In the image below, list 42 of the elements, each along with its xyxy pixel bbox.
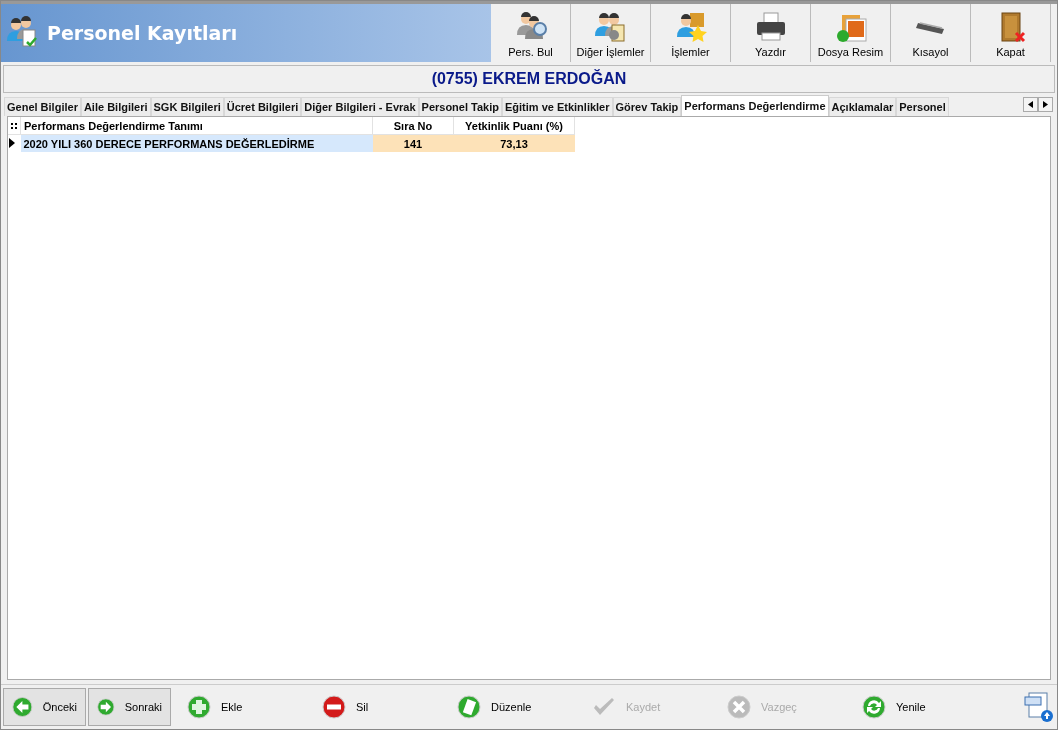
edit-icon xyxy=(457,695,481,719)
toolbar-button[interactable]: Kısayol xyxy=(891,4,971,62)
toolbar-button[interactable]: Dosya Resim xyxy=(811,4,891,62)
tab[interactable]: Eğitim ve Etkinlikler xyxy=(502,97,613,116)
employee-name: (0755) EKREM ERDOĞAN xyxy=(431,70,627,88)
toolbar-button[interactable]: Diğer İşlemler xyxy=(571,4,651,62)
window-title: Personel Kayıtları xyxy=(47,22,238,44)
column-header[interactable]: Performans Değerlendirme Tanımı xyxy=(20,117,373,135)
row-pointer-icon xyxy=(9,137,15,148)
toolbar-button[interactable]: Pers. Bul xyxy=(491,4,571,62)
toolbar-button[interactable]: Yazdır xyxy=(731,4,811,62)
action-button[interactable]: Sonraki xyxy=(88,688,171,726)
column-header[interactable]: Yetkinlik Puanı (%) xyxy=(453,117,575,135)
toolbar-button[interactable]: İşlemler xyxy=(651,4,731,62)
tab[interactable]: Ücret Bilgileri xyxy=(223,97,302,116)
action-button[interactable]: Sil xyxy=(313,688,443,726)
tab[interactable]: Personel Takip xyxy=(418,97,502,116)
tab[interactable]: Görev Takip xyxy=(612,97,682,116)
plus-icon xyxy=(187,695,211,719)
document-upload-icon[interactable] xyxy=(1023,691,1055,723)
people-gear-icon xyxy=(593,11,628,43)
action-button[interactable]: Yenile xyxy=(853,688,983,726)
tab[interactable]: Performans Değerlendirme xyxy=(681,95,829,116)
refresh-icon xyxy=(862,695,886,719)
tab[interactable]: SGK Bilgileri xyxy=(150,97,224,116)
scroll-left-button[interactable] xyxy=(1023,97,1038,112)
action-button[interactable]: Önceki xyxy=(3,688,86,726)
tab[interactable]: Genel Bilgiler xyxy=(4,97,81,116)
tab[interactable]: Aile Bilgileri xyxy=(80,97,151,116)
cancel-icon xyxy=(727,695,751,719)
tab[interactable]: Açıklamalar xyxy=(828,97,897,116)
action-button[interactable]: Düzenle xyxy=(448,688,578,726)
tab[interactable]: Personel xyxy=(896,97,949,116)
column-header[interactable]: Sıra No xyxy=(372,117,454,135)
action-button[interactable]: Ekle xyxy=(178,688,308,726)
grid-handle-icon xyxy=(11,121,17,130)
scroll-right-button[interactable] xyxy=(1038,97,1053,112)
toolbar-button[interactable]: Kapat xyxy=(971,4,1051,62)
minus-icon xyxy=(322,695,346,719)
left-triangle-icon xyxy=(1028,101,1033,108)
tab[interactable]: Diğer Bilgileri - Evrak xyxy=(301,97,419,116)
right-triangle-icon xyxy=(1043,101,1048,108)
